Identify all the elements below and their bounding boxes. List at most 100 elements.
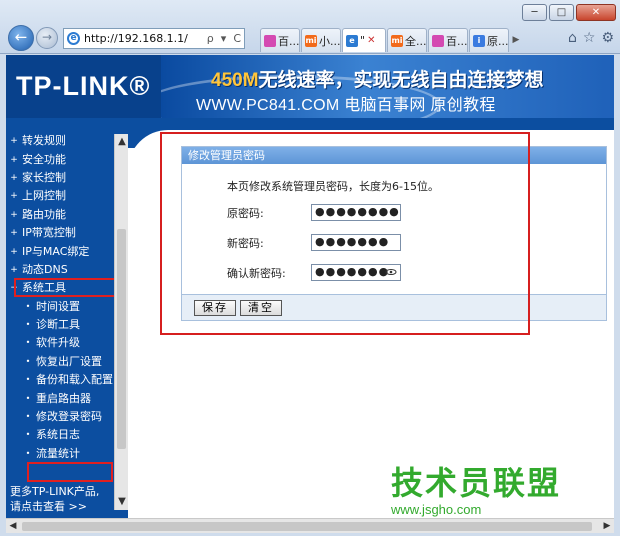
refresh-icon[interactable]: C (233, 32, 244, 45)
scroll-up-icon[interactable]: ▲ (115, 134, 129, 150)
sidebar-item-label: 安全功能 (22, 152, 66, 166)
highlight-system-tools (14, 278, 116, 297)
hscroll-thumb[interactable] (22, 522, 592, 531)
sidebar-subitem-label: 时间设置 (36, 299, 80, 313)
sidebar-item-parental[interactable]: + 家长控制 (6, 169, 114, 187)
tab-2-active[interactable]: e " ✕ (342, 28, 386, 52)
plus-icon: + (10, 154, 18, 165)
sidebar-item-ddns[interactable]: + 动态DNS (6, 261, 114, 279)
sidebar-menu: + 转发规则 + 安全功能 + 家长控制 + 上网控制 + 路由功能 + IP带宽控制 + I… (6, 132, 114, 463)
sidebar-item-routing[interactable]: + 路由功能 (6, 206, 114, 224)
address-url[interactable]: http://192.168.1.1/ (84, 32, 203, 45)
sidebar-subitem-label: 流量统计 (36, 446, 80, 460)
plus-icon: + (10, 136, 18, 147)
sidebar-subitem-change-password[interactable]: • 修改登录密码 (6, 408, 114, 426)
sidebar-item-access-control[interactable]: + 上网控制 (6, 187, 114, 205)
maximize-button[interactable]: □ (549, 4, 574, 21)
bullet-icon: • (25, 338, 31, 348)
bullet-icon: • (25, 430, 31, 440)
jsgho-watermark-en: www.jsgho.com (391, 502, 482, 517)
sidebar-item-ip-mac[interactable]: + IP与MAC绑定 (6, 242, 114, 260)
jsgho-watermark-cn: 技术员联盟 (391, 465, 562, 501)
sidebar-item-label: 动态DNS (22, 262, 68, 276)
tab-5[interactable]: i 原... (469, 28, 509, 52)
plus-icon: + (10, 246, 18, 257)
sidebar-item-label: 路由功能 (22, 207, 66, 221)
browser-chrome: ─ □ ✕ ← → e http://192.168.1.1/ ρ ▾ C 百.… (0, 0, 620, 54)
sidebar-item-forwarding[interactable]: + 转发规则 (6, 132, 114, 150)
back-button[interactable]: ← (8, 25, 34, 51)
sidebar-item-label: IP带宽控制 (22, 226, 76, 240)
tab-1[interactable]: mi 小... (301, 28, 341, 52)
jsgho-watermark: 技术员联盟 www.jsgho.com (391, 458, 591, 517)
router-page: TP-LINK® 450M无线速率，实现无线自由连接梦想 WWW.PC841.C… (6, 55, 614, 525)
more-line-2: 请点击查看 >> (10, 500, 87, 513)
banner-art: 450M无线速率，实现无线自由连接梦想 WWW.PC841.COM 电脑百事网 … (161, 55, 614, 118)
sidebar-item-bandwidth[interactable]: + IP带宽控制 (6, 224, 114, 242)
ie-favicon-icon: e (346, 34, 358, 47)
sidebar-item-security[interactable]: + 安全功能 (6, 150, 114, 168)
window-controls: ─ □ ✕ (522, 4, 616, 21)
highlight-password-panel (160, 132, 530, 335)
minimize-button[interactable]: ─ (522, 4, 547, 21)
search-icon[interactable]: ρ (207, 32, 217, 45)
sidebar-subitem-label: 诊断工具 (36, 318, 80, 332)
scroll-right-icon[interactable]: ▶ (600, 519, 614, 533)
sidebar-subitem-time[interactable]: • 时间设置 (6, 298, 114, 316)
sidebar-subitem-backup[interactable]: • 备份和载入配置 (6, 371, 114, 389)
tab-label: 百... (278, 34, 300, 48)
bullet-icon: • (25, 412, 31, 422)
home-icon[interactable]: ⌂ (568, 30, 577, 46)
gear-icon[interactable]: ⚙ (601, 30, 614, 46)
bullet-icon: • (25, 393, 31, 403)
main-content: 修改管理员密码 本页修改系统管理员密码，长度为6-15位。 原密码: ●●●●●… (128, 118, 614, 525)
sidebar-item-label: 上网控制 (22, 189, 66, 203)
sidebar-item-label: IP与MAC绑定 (22, 244, 90, 258)
bullet-icon: • (25, 375, 31, 385)
banner: TP-LINK® 450M无线速率，实现无线自由连接梦想 WWW.PC841.C… (6, 55, 614, 118)
sidebar: + 转发规则 + 安全功能 + 家长控制 + 上网控制 + 路由功能 + IP带宽控制 + I… (6, 118, 128, 525)
tab-3[interactable]: mi 全... (387, 28, 427, 52)
tab-label: 原... (487, 34, 509, 48)
plus-icon: + (10, 191, 18, 202)
scroll-thumb[interactable] (117, 229, 126, 449)
scroll-left-icon[interactable]: ◀ (6, 519, 20, 533)
forward-button[interactable]: → (36, 27, 58, 49)
sidebar-subitem-label: 软件升级 (36, 336, 80, 350)
sidebar-subitem-reboot[interactable]: • 重启路由器 (6, 389, 114, 407)
bullet-icon: • (25, 301, 31, 311)
more-products-link[interactable]: 更多TP-LINK产品, 请点击查看 >> (10, 484, 99, 514)
tab-scroll-right-icon[interactable]: ▶ (510, 28, 522, 52)
sidebar-subitem-factory-reset[interactable]: • 恢复出厂设置 (6, 353, 114, 371)
close-button[interactable]: ✕ (576, 4, 616, 21)
sidebar-subitem-traffic[interactable]: • 流量统计 (6, 445, 114, 463)
tp-link-logo: TP-LINK® (6, 55, 161, 118)
scroll-down-icon[interactable]: ▼ (115, 494, 129, 510)
tab-close-icon[interactable]: ✕ (367, 35, 375, 46)
baidu-favicon-icon (264, 34, 276, 47)
address-bar[interactable]: e http://192.168.1.1/ ρ ▾ C (63, 28, 245, 49)
highlight-change-password (27, 462, 113, 482)
bullet-icon: • (25, 448, 31, 458)
sidebar-subitem-diagnostics[interactable]: • 诊断工具 (6, 316, 114, 334)
tab-4[interactable]: 百... (428, 28, 468, 52)
sidebar-subitem-syslog[interactable]: • 系统日志 (6, 426, 114, 444)
tagline-text: 无线速率，实现无线自由连接梦想 (258, 70, 544, 91)
sidebar-scrollbar[interactable]: ▲ ▼ (114, 134, 128, 510)
favorites-icon[interactable]: ☆ (583, 30, 596, 46)
mi-favicon-icon: mi (305, 34, 317, 47)
ie-page-icon: e (67, 32, 80, 45)
plus-icon: + (10, 228, 18, 239)
tab-0[interactable]: 百... (260, 28, 300, 52)
horizontal-scrollbar[interactable]: ◀ ▶ (6, 518, 614, 533)
toolbar-icons: ⌂ ☆ ⚙ (568, 30, 614, 46)
sidebar-subitem-label: 备份和载入配置 (36, 373, 113, 387)
sidebar-subitem-upgrade[interactable]: • 软件升级 (6, 334, 114, 352)
banner-tagline: 450M无线速率，实现无线自由连接梦想 (211, 65, 544, 92)
chevron-down-icon[interactable]: ▾ (221, 32, 230, 45)
tab-label: 小... (319, 34, 341, 48)
info-favicon-icon: i (473, 34, 485, 47)
plus-icon: + (10, 209, 18, 220)
tagline-speed: 450M (211, 70, 259, 91)
bullet-icon: • (25, 320, 31, 330)
